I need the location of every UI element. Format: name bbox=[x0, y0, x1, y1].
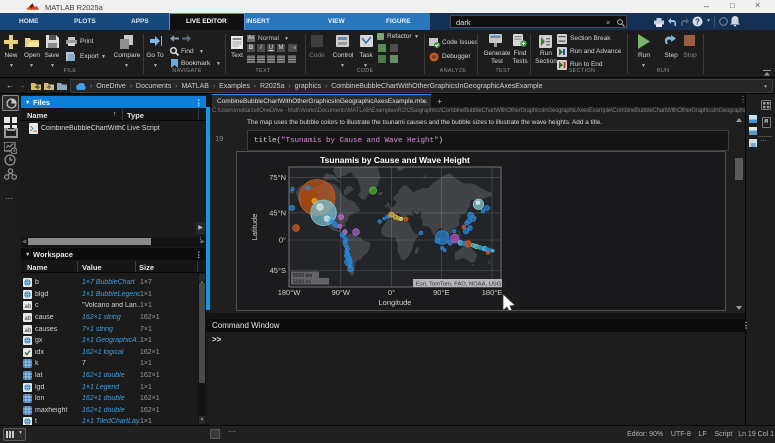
svg-text:?: ? bbox=[695, 17, 700, 26]
svg-text:75°N: 75°N bbox=[269, 173, 286, 182]
svg-text:0°: 0° bbox=[388, 288, 395, 297]
svg-text:180°E: 180°E bbox=[482, 288, 503, 297]
svg-text:5000 mi: 5000 mi bbox=[293, 280, 311, 286]
svg-text:ab: ab bbox=[25, 328, 32, 334]
svg-text:45°N: 45°N bbox=[269, 208, 286, 217]
svg-text:ab: ab bbox=[25, 316, 32, 322]
svg-text:90°W: 90°W bbox=[332, 288, 351, 297]
svg-text:Tsunamis by Cause and Wave Hei: Tsunamis by Cause and Wave Height bbox=[320, 155, 470, 165]
svg-text:0°: 0° bbox=[279, 236, 286, 245]
svg-text:ab: ab bbox=[25, 304, 32, 310]
svg-text:Esri, TomTom, FAO, NOAA, USGS: Esri, TomTom, FAO, NOAA, USGS bbox=[416, 282, 505, 288]
svg-text:Longitude: Longitude bbox=[379, 298, 412, 307]
svg-text:90°E: 90°E bbox=[433, 288, 449, 297]
svg-text:Latitude: Latitude bbox=[250, 214, 259, 241]
svg-text:180°W: 180°W bbox=[278, 288, 302, 297]
svg-text:45°S: 45°S bbox=[270, 266, 286, 275]
